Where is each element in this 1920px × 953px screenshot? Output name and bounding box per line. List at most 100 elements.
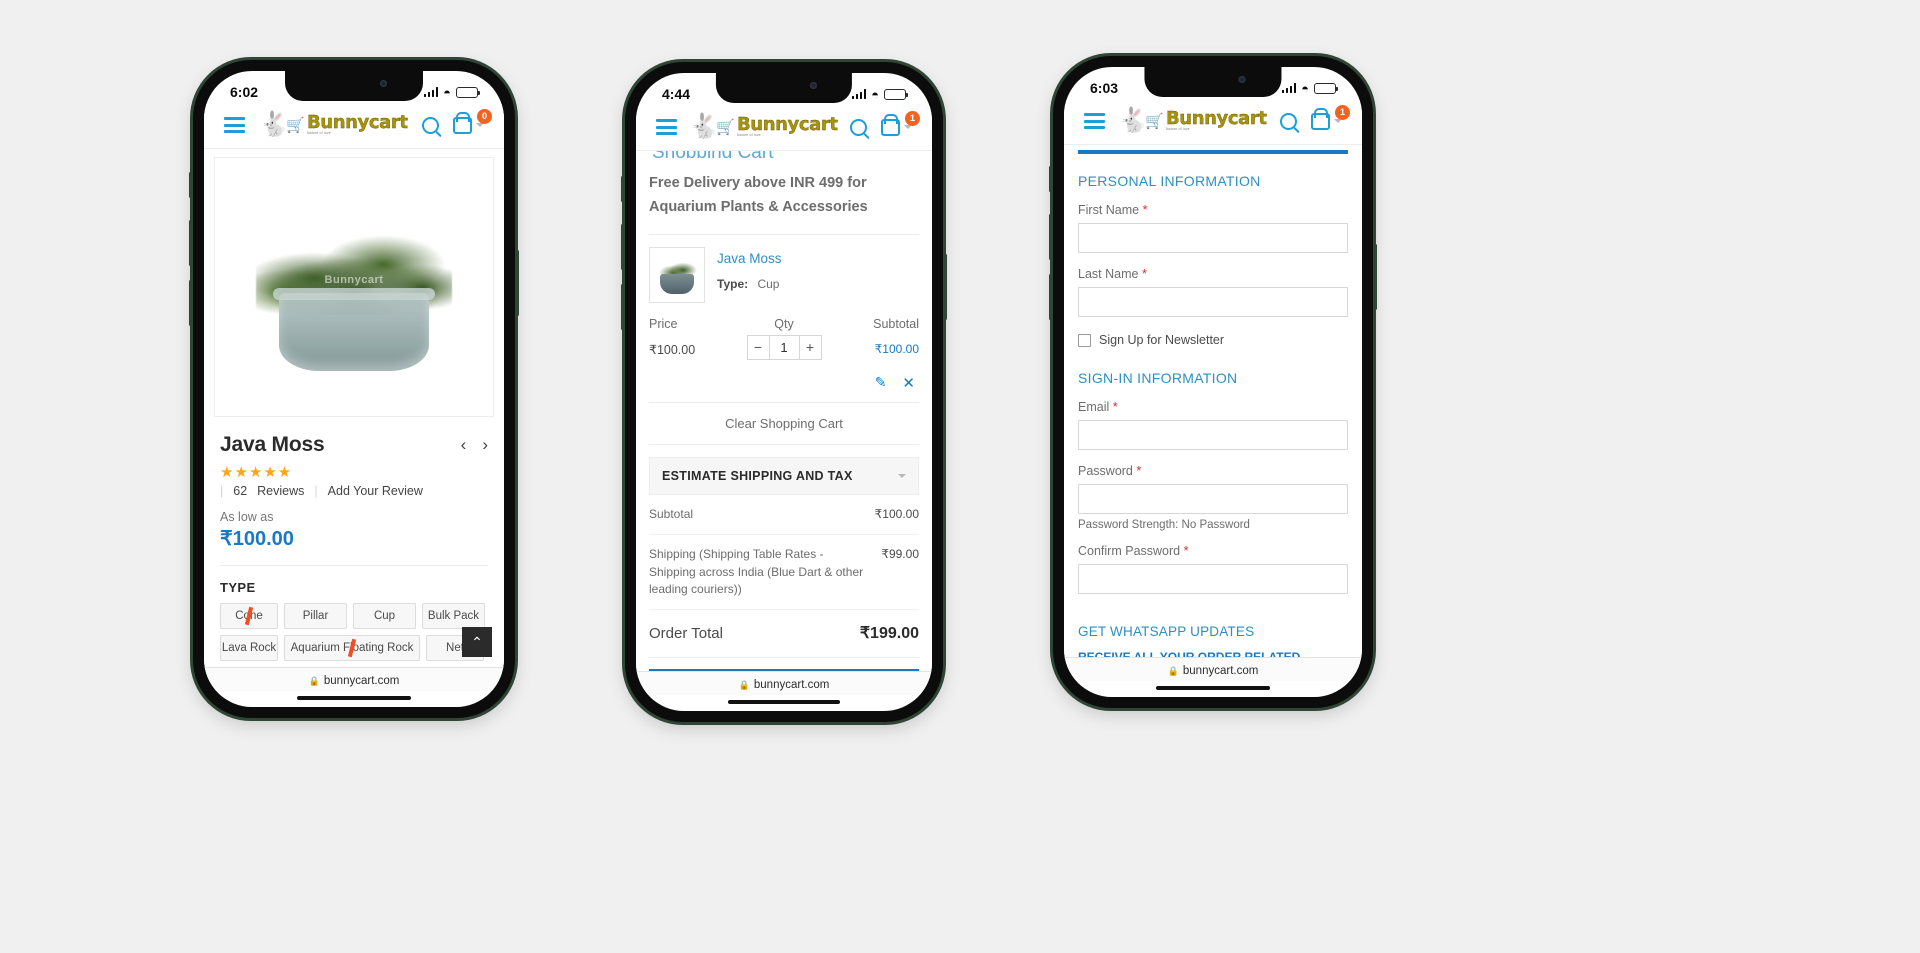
product-thumbnail[interactable] [649,246,705,303]
rabbit-icon: 🐇 [1118,107,1149,134]
phone2-power-button [944,254,947,320]
phone1-status-bar: 6:02 ◓ [204,71,504,104]
chevron-down-icon[interactable] [476,123,484,127]
section-personal-information: PERSONAL INFORMATION [1078,173,1261,189]
qty-input[interactable]: 1 [769,334,799,360]
star-rating-icon: ★★★★★ [220,464,293,481]
bunnycart-logo[interactable]: 🐇 🛒 Bunnycart Nature of love [1118,107,1267,134]
cart-button[interactable]: 1 [1311,104,1350,130]
option-bulk-pack[interactable]: Bulk Pack [422,603,485,629]
whatsapp-description: RECEIVE ALL YOUR ORDER RELATED NOTIFICAT… [1078,650,1301,657]
summary-amount: ₹100.00 [874,506,919,521]
cart-item-actions: ✎ ✕ [636,360,932,402]
clear-shopping-cart-button[interactable]: Clear Shopping Cart [649,403,919,445]
phone3-volume-up [1049,214,1052,260]
product-image[interactable]: Bunnycart [214,157,494,417]
label-text: Email [1078,400,1110,414]
section-whatsapp-updates: GET WHATSAPP UPDATES [1078,624,1255,639]
phone1-site-header: 🐇 🛒 Bunnycart Nature of love 0 [204,104,504,149]
estimate-shipping-and-tax-accordion[interactable]: ESTIMATE SHIPPING AND TAX [649,456,919,495]
phone2-mute-switch [621,176,624,202]
cart-line-item: Java Moss Type: Cup [636,235,932,309]
lock-icon: 🔒 [1167,665,1179,676]
required-marker: * [1136,464,1142,478]
proceed-to-checkout-button[interactable]: PROCEED TO CHECKOUT [649,669,919,671]
hamburger-menu-icon[interactable] [224,117,245,133]
status-time: 6:03 [1090,80,1119,96]
hamburger-menu-icon[interactable] [656,119,677,135]
search-icon[interactable] [850,118,867,136]
cart-count-badge: 0 [477,108,492,124]
option-label: Lava Rock [221,642,277,654]
cart-item-name-link[interactable]: Java Moss [717,251,782,266]
confirm-password-field[interactable] [1078,564,1348,594]
checkbox-icon[interactable] [1078,333,1091,347]
moss-cup [660,273,694,294]
qty-decrease-button[interactable]: − [746,334,770,360]
email-label: Email * [1078,400,1348,414]
order-total-row: Order Total ₹199.00 [649,610,919,659]
hamburger-menu-icon[interactable] [1084,113,1105,129]
qty-increase-button[interactable]: + [798,334,822,360]
phone-shopping-cart: 4:44 ◓ 🐇 🛒 Bunnycart Nature of love 1 Fr… [621,62,947,722]
image-watermark: Bunnycart [324,273,384,286]
chevron-down-icon[interactable] [898,473,906,478]
wifi-icon: ◓ [1301,80,1309,96]
shopping-bag-icon[interactable] [1311,112,1330,130]
rating-row: ★★★★★ | 62 Reviews | Add Your Review [204,457,504,498]
edit-item-icon[interactable]: ✎ [875,374,887,392]
password-field[interactable] [1078,484,1348,514]
phone2-volume-up [621,224,624,270]
remove-item-icon[interactable]: ✕ [902,374,915,392]
cellular-signal-icon [851,89,867,99]
search-icon[interactable] [1280,112,1297,130]
summary-row-shipping: Shipping (Shipping Table Rates - Shippin… [649,535,919,611]
scroll-to-top-button[interactable]: ⌃ [462,627,492,657]
password-label: Password * [1078,464,1348,478]
cart-button[interactable]: 0 [453,108,492,134]
search-icon[interactable] [422,116,439,134]
last-name-field[interactable] [1078,287,1348,317]
shopping-bag-icon[interactable] [881,118,900,136]
page-title: Java Moss [220,433,325,456]
bunnycart-logo[interactable]: 🐇 🛒 Bunnycart Nature of love [259,112,408,137]
bunnycart-logo[interactable]: 🐇 🛒 Bunnycart Nature of love [689,115,838,139]
logo-wordmark: Bunnycart [306,112,408,134]
newsletter-checkbox-label: Sign Up for Newsletter [1099,333,1225,347]
java-moss-illustration: Bunnycart [247,197,462,377]
chevron-down-icon[interactable] [1334,119,1342,123]
newsletter-checkbox-row[interactable]: Sign Up for Newsletter [1078,331,1348,351]
first-name-field[interactable] [1078,223,1348,253]
chevron-down-icon[interactable] [904,125,912,129]
browser-url[interactable]: bunnycart.com [1183,665,1258,677]
required-marker: * [1183,544,1189,558]
browser-url[interactable]: bunnycart.com [754,679,829,691]
qty-column-header: Qty [774,316,794,331]
phone1-browser-bar: 🔒 bunnycart.com [204,667,504,691]
phone1-volume-up [189,220,192,266]
logo-tagline: Nature of love [736,133,761,138]
option-lava-rock[interactable]: Lava Rock [220,635,278,661]
shopping-bag-icon[interactable] [453,116,472,134]
option-pillar[interactable]: Pillar [284,603,347,629]
divider: | [314,484,318,498]
prev-product-arrow[interactable]: ‹ [461,435,467,455]
quantity-stepper[interactable]: − 1 + [746,334,822,360]
cart-item-attr-value: Cup [757,276,780,291]
option-cone[interactable]: Cone [220,603,278,629]
battery-icon [1314,82,1339,94]
reviews-link[interactable]: Reviews [257,484,304,498]
option-cup[interactable]: Cup [353,603,416,629]
password-strength-hint: Password Strength: No Password [1078,519,1250,531]
label-text: Last Name [1078,267,1139,281]
logo-wordmark: Bunnycart [1165,108,1267,130]
label-text: First Name [1078,203,1140,217]
lock-icon: 🔒 [738,679,750,690]
email-field[interactable] [1078,420,1348,450]
add-your-review-link[interactable]: Add Your Review [328,484,423,498]
cart-button[interactable]: 1 [881,110,920,136]
option-aquarium-floating-rock[interactable]: Aquarium Floating Rock [284,635,420,661]
order-total-label: Order Total [649,624,723,642]
browser-url[interactable]: bunnycart.com [324,675,399,687]
next-product-arrow[interactable]: › [482,435,488,455]
